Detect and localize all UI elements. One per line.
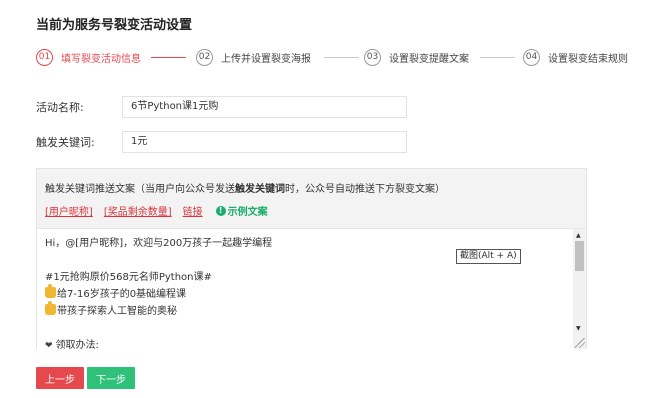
heart-icon: ❤: [45, 341, 53, 349]
insert-remaining-prizes-link[interactable]: [奖品剩余数量]: [104, 203, 172, 218]
copy-line-3: #1元抢购原价568元名师Python课#: [45, 272, 212, 283]
previous-step-button[interactable]: 上一步: [36, 367, 84, 389]
step-3[interactable]: 03 设置裂变提醒文案: [364, 48, 469, 66]
copy-textarea[interactable]: Hi，@[用户昵称]，欢迎与200万孩子一起趣学编程 #1元抢购原价568元名师…: [37, 228, 586, 349]
step-2-number: 02: [196, 48, 213, 66]
insert-tags: [用户昵称] [奖品剩余数量] 链接 ! 示例文案: [45, 203, 268, 218]
step-2[interactable]: 02 上传并设置裂变海报: [196, 48, 311, 66]
step-4-number: 04: [523, 48, 540, 66]
next-step-button[interactable]: 下一步: [87, 367, 135, 389]
thumbs-up-icon: [45, 284, 56, 298]
description-suffix: 时，公众号自动推送下方裂变文案）: [285, 184, 445, 195]
scroll-thumb[interactable]: [575, 241, 584, 271]
step-1[interactable]: 01 填写裂变活动信息: [36, 48, 141, 66]
copy-line-5: 带孩子探索人工智能的奥秘: [57, 306, 177, 317]
step-connector-3: [480, 57, 515, 58]
step-1-label: 填写裂变活动信息: [61, 53, 141, 65]
scroll-down-arrow-icon[interactable]: ▼: [576, 325, 581, 332]
copy-line-7-wrap: ❤ 领取办法:: [45, 337, 565, 349]
insert-link-link[interactable]: 链接: [183, 203, 203, 218]
copy-line-5-wrap: 带孩子探索人工智能的奥秘: [45, 301, 565, 320]
description-prefix: 触发关键词推送文案（当用户向公众号发送: [45, 184, 235, 195]
thumbs-up-icon: [45, 301, 56, 315]
step-4-label: 设置裂变结束规则: [548, 53, 628, 65]
resize-grip-icon[interactable]: [575, 338, 585, 348]
page-title: 当前为服务号裂变活动设置: [36, 18, 193, 33]
step-1-number: 01: [36, 48, 53, 66]
example-copy-label: 示例文案: [227, 207, 268, 218]
step-4[interactable]: 04 设置裂变结束规则: [523, 48, 628, 66]
activity-name-row: 活动名称: 6节Python课1元购: [36, 96, 407, 118]
keyword-row: 触发关键词: 1元: [36, 131, 407, 153]
copy-line-4-wrap: 给7-16岁孩子的0基础编程课: [45, 284, 565, 303]
activity-name-label: 活动名称:: [36, 101, 84, 114]
example-copy-link[interactable]: ! 示例文案: [215, 203, 268, 218]
textarea-scrollbar[interactable]: ▲ ▼: [573, 229, 586, 349]
step-2-label: 上传并设置裂变海报: [221, 53, 311, 65]
screenshot-tooltip: 截图(Alt + A): [456, 249, 521, 264]
step-3-number: 03: [364, 48, 381, 66]
scroll-up-arrow-icon[interactable]: ▲: [576, 232, 581, 239]
copy-line-4: 给7-16岁孩子的0基础编程课: [57, 289, 187, 300]
description-keyword: 触发关键词: [235, 184, 285, 195]
push-copy-description: 触发关键词推送文案（当用户向公众号发送触发关键词时，公众号自动推送下方裂变文案）: [45, 180, 445, 195]
step-connector-1: [151, 57, 186, 58]
step-connector-2: [324, 57, 359, 58]
keyword-label: 触发关键词:: [36, 136, 95, 149]
step-indicator: 01 填写裂变活动信息 02 上传并设置裂变海报 03 设置裂变提醒文案 04 …: [36, 48, 636, 66]
insert-nickname-link[interactable]: [用户昵称]: [45, 203, 93, 218]
keyword-input[interactable]: 1元: [122, 131, 407, 153]
info-icon: !: [215, 205, 226, 216]
copy-line-6: [45, 320, 565, 337]
activity-name-input[interactable]: 6节Python课1元购: [122, 96, 407, 118]
step-3-label: 设置裂变提醒文案: [389, 53, 469, 65]
copy-line-7: 领取办法:: [55, 340, 99, 349]
